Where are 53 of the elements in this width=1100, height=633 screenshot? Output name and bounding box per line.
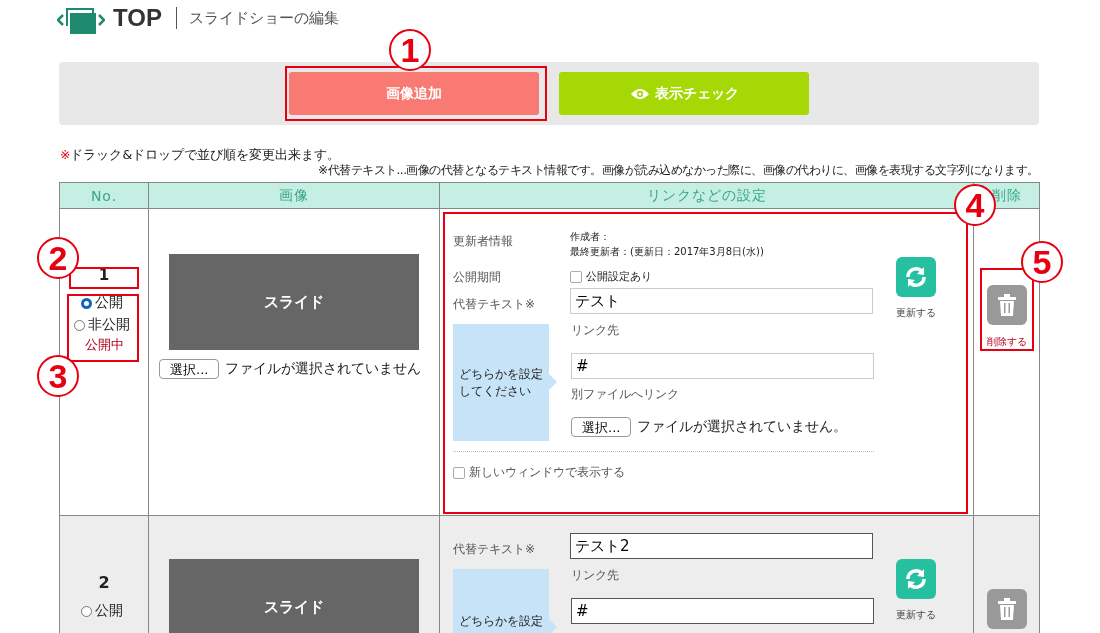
alt-text-field[interactable]: テスト	[570, 288, 873, 314]
refresh-button[interactable]	[896, 257, 936, 297]
field-label: 更新者情報	[453, 233, 514, 250]
visibility-radio[interactable]: 公開	[56, 600, 148, 622]
refresh-button[interactable]	[896, 559, 936, 599]
file-status-text: ファイルが選択されていません	[225, 360, 422, 378]
slide-thumbnail: スライド	[169, 254, 419, 350]
callout-text: どちらかを設定	[459, 365, 543, 383]
field-label: 別ファイルへリンク	[571, 386, 680, 403]
visibility-radio[interactable]: 非公開	[56, 314, 148, 336]
field-label: 公開期間	[453, 269, 502, 286]
field-label: リンク先	[571, 322, 620, 339]
delete-button[interactable]	[986, 589, 1027, 629]
number-marker: 3	[37, 355, 79, 397]
slides-logo-icon	[57, 6, 105, 34]
trash-icon	[996, 294, 1017, 316]
alt-text-note: ※代替テキスト...画像の代替となるテキスト情報です。画像が読み込めなかった際に、画像の代わりに、画像を表現する文字列になります。	[318, 163, 1039, 177]
new-window-checkbox[interactable]: 新しいウィンドウで表示する	[453, 464, 874, 481]
page-subtitle: スライドショーの編集	[188, 8, 339, 28]
period-checkbox[interactable]: 公開設定あり	[570, 269, 874, 284]
eye-icon	[629, 87, 650, 100]
file-status-text: ファイルが選択されていません。	[637, 418, 848, 436]
trash-icon	[996, 598, 1017, 620]
delete-button[interactable]	[986, 285, 1027, 325]
field-label: 代替テキスト※	[453, 541, 537, 558]
creator-text: 作成者：	[570, 230, 611, 244]
refresh-icon	[903, 566, 929, 592]
column-header: No.	[59, 182, 149, 209]
callout-text: してください	[459, 382, 532, 400]
link-url-field[interactable]: #	[571, 353, 874, 379]
refresh-label: 更新する	[896, 306, 936, 320]
link-url-field[interactable]: #	[571, 598, 874, 624]
field-label: 代替テキスト※	[453, 296, 537, 313]
callout-text: どちらかを設定	[459, 613, 543, 630]
drag-note: ※ドラック&ドロップで並び順を変更出来ます。	[60, 147, 342, 164]
alt-text-field[interactable]: テスト2	[570, 533, 873, 559]
refresh-label: 更新する	[896, 608, 936, 622]
number-marker: 1	[389, 29, 431, 71]
highlight-frame	[67, 294, 139, 362]
last-updated-text: 最終更新者：(更新日：2017年3月8日(水))	[570, 245, 765, 259]
row-number: 2	[97, 573, 111, 592]
status-text: 公開中	[83, 336, 125, 354]
logo-text: TOP	[113, 4, 162, 32]
slide-thumbnail: スライド	[169, 559, 419, 633]
file-select-button[interactable]: 選択...	[571, 417, 632, 437]
visibility-radio[interactable]: 公開	[56, 292, 148, 314]
number-marker: 2	[37, 237, 79, 279]
number-marker: 5	[1021, 241, 1063, 283]
delete-label: 削除する	[985, 335, 1028, 349]
file-select-button[interactable]: 選択...	[159, 359, 220, 379]
refresh-icon	[903, 264, 929, 290]
field-label: リンク先	[571, 567, 620, 584]
column-header: 画像	[148, 182, 440, 209]
